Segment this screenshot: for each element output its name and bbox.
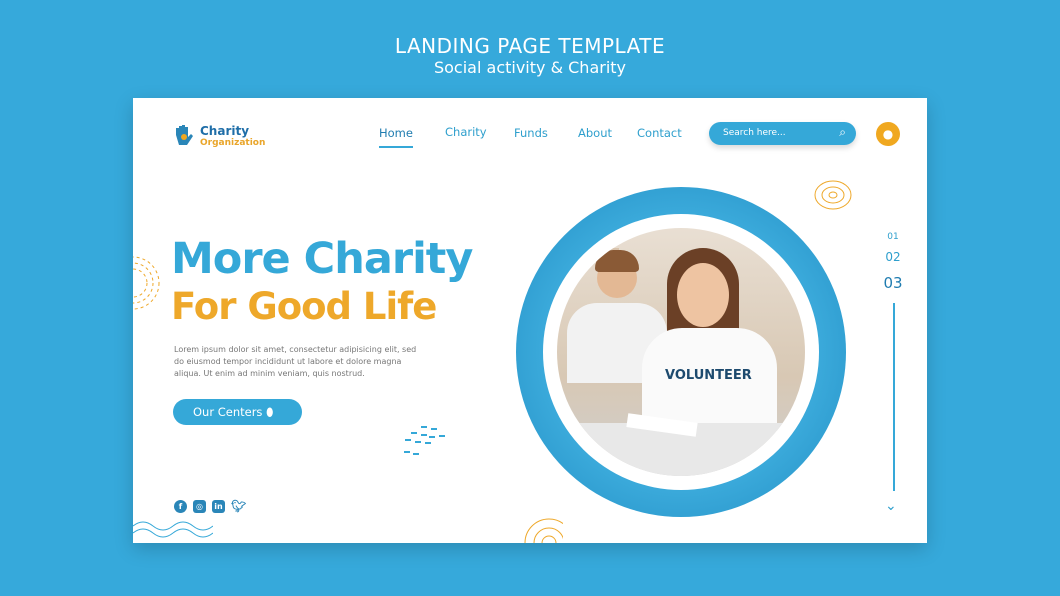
hero-title-line1: More Charity: [171, 234, 473, 284]
logo[interactable]: Charity Organization: [173, 123, 265, 149]
banner-subtitle: Social activity & Charity: [433, 58, 627, 77]
map-pin-icon: ⬮: [266, 405, 274, 419]
shirt-text: VOLUNTEER: [665, 368, 752, 383]
instagram-icon[interactable]: ◎: [193, 500, 206, 513]
logo-name: Charity: [200, 123, 250, 138]
search-icon[interactable]: ⌕: [839, 125, 846, 140]
volunteer-photo: VOLUNTEER: [557, 228, 805, 476]
decorative-waves: [133, 521, 213, 538]
hero-title-line2: For Good Life: [171, 285, 437, 328]
scroll-progress-line: [893, 303, 895, 491]
user-avatar-icon[interactable]: ●: [876, 122, 900, 146]
banner-title: LANDING PAGE TEMPLATE: [394, 34, 666, 58]
nav-contact[interactable]: Contact: [637, 126, 682, 140]
linkedin-icon[interactable]: in: [212, 500, 225, 513]
hand-heart-icon: [176, 125, 193, 145]
decorative-dashes: [404, 426, 445, 455]
decorative-rings: [814, 180, 852, 210]
decorative-arcs: [133, 256, 160, 310]
twitter-icon[interactable]: 🐦︎: [231, 500, 246, 513]
decorative-rings: [524, 518, 563, 543]
nav-charity[interactable]: Charity: [445, 125, 487, 139]
search-input[interactable]: Search here... ⌕: [709, 122, 856, 145]
landing-page-card: Charity Organization Home Charity Funds A…: [133, 98, 927, 543]
hero-description: Lorem ipsum dolor sit amet, consectetur …: [174, 345, 417, 378]
our-centers-button[interactable]: Our Centers ⬮: [173, 399, 302, 425]
hero-image-frame: VOLUNTEER: [516, 187, 846, 517]
logo-tagline: Organization: [200, 137, 266, 148]
search-placeholder: Search here...: [723, 128, 786, 138]
nav-home[interactable]: Home: [379, 126, 413, 148]
cta-label: Our Centers: [193, 405, 263, 419]
nav-funds[interactable]: Funds: [514, 126, 548, 140]
facebook-icon[interactable]: f: [174, 500, 187, 513]
chevron-down-icon[interactable]: ⌄: [885, 498, 897, 514]
nav-about[interactable]: About: [578, 126, 612, 140]
